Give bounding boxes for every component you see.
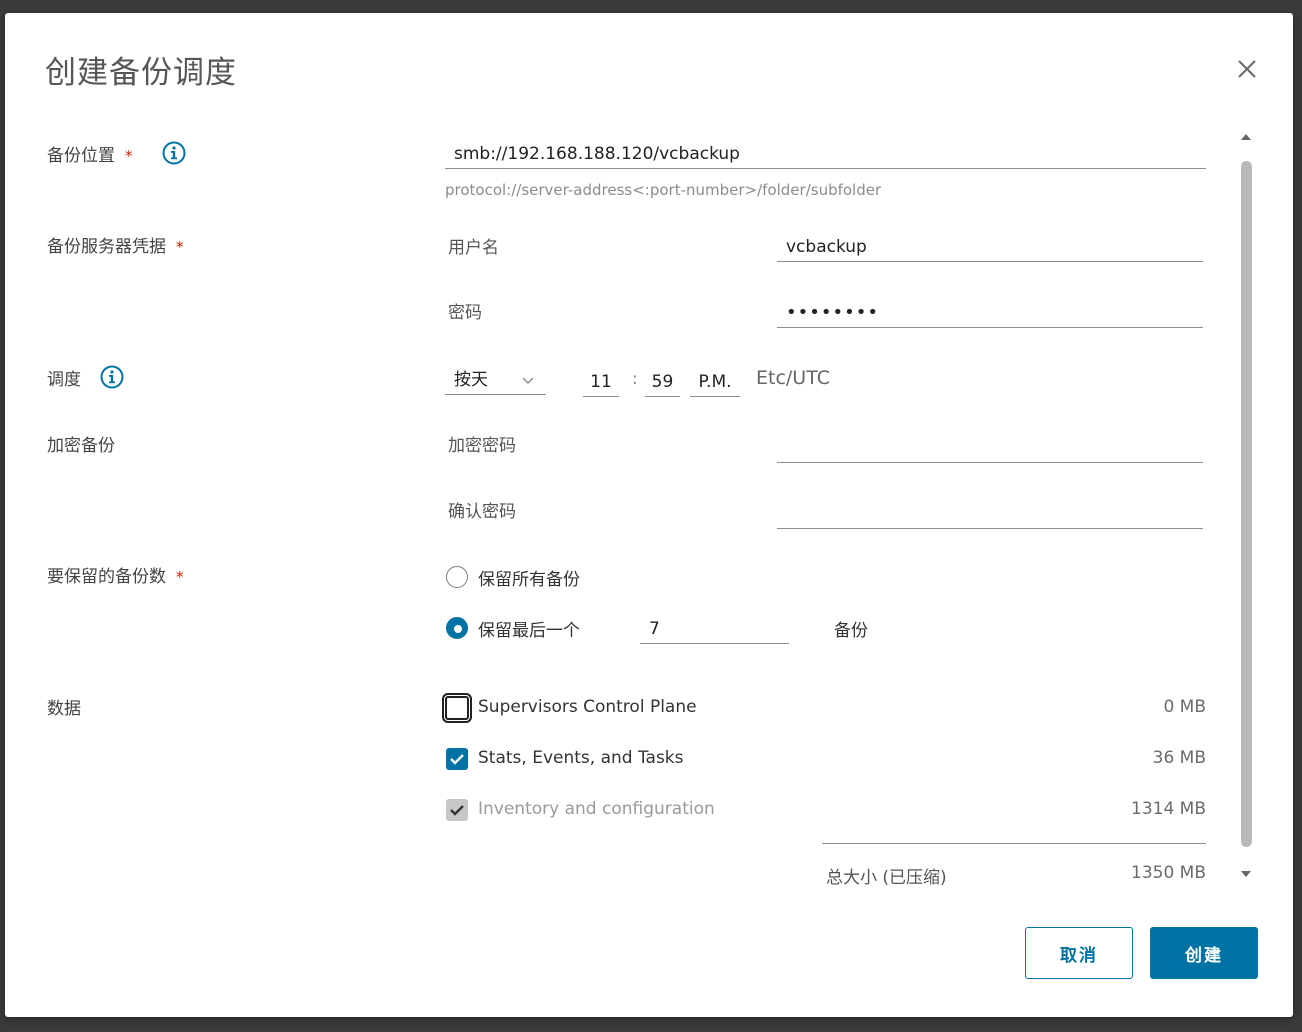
chevron-down-icon [521, 367, 535, 397]
backups-unit-label: 备份 [834, 621, 868, 641]
encryption-password-label: 加密密码 [448, 436, 516, 456]
data-item-size: 36 MB [1152, 748, 1206, 768]
total-size-value: 1350 MB [1131, 863, 1206, 883]
encrypt-backup-label: 加密备份 [47, 436, 115, 456]
checkmark-icon [450, 754, 464, 765]
retention-label: 要保留的备份数 * [47, 562, 184, 587]
scroll-down-arrow-icon[interactable] [1239, 868, 1253, 880]
stats-events-tasks-checkbox[interactable] [446, 748, 468, 770]
keep-last-radio[interactable] [446, 617, 468, 639]
keep-last-label: 保留最后一个 [478, 621, 580, 641]
scrollbar-thumb[interactable] [1241, 161, 1252, 847]
dialog-title: 创建备份调度 [45, 55, 237, 91]
keep-all-radio[interactable] [446, 566, 468, 588]
required-marker: * [125, 147, 133, 165]
ampm-select[interactable]: P.M. [690, 367, 740, 397]
backup-location-label: 备份位置 * [47, 141, 133, 166]
backup-location-hint: protocol://server-address<:port-number>/… [445, 181, 882, 199]
data-item-size: 0 MB [1163, 697, 1206, 717]
total-size-label: 总大小 (已压缩) [826, 868, 947, 888]
create-backup-schedule-dialog: 创建备份调度 备份位置* protocol://server-address<:… [5, 13, 1293, 1017]
confirm-password-input[interactable] [777, 499, 1203, 529]
username-input[interactable] [777, 232, 1203, 262]
data-item-size: 1314 MB [1131, 799, 1206, 819]
create-button[interactable]: 创建 [1150, 927, 1258, 979]
username-label: 用户名 [448, 238, 499, 258]
timezone-text: Etc/UTC [756, 367, 830, 389]
confirm-password-label: 确认密码 [448, 502, 516, 522]
retention-label-text: 要保留的备份数 [47, 567, 166, 587]
backup-location-label-text: 备份位置 [47, 146, 115, 166]
encryption-password-input[interactable] [777, 433, 1203, 463]
frequency-value: 按天 [454, 370, 488, 390]
data-item-label: Stats, Events, and Tasks [478, 748, 684, 768]
data-item-label: Supervisors Control Plane [478, 697, 697, 717]
close-icon[interactable] [1233, 55, 1261, 83]
backup-credentials-label-text: 备份服务器凭据 [47, 237, 166, 257]
info-icon[interactable] [100, 365, 124, 389]
inventory-configuration-checkbox [446, 799, 468, 821]
schedule-label: 调度 [47, 370, 81, 390]
required-marker: * [176, 238, 184, 256]
supervisors-control-plane-checkbox[interactable] [442, 693, 472, 723]
hour-input[interactable]: 11 [583, 367, 619, 397]
backup-credentials-label: 备份服务器凭据 * [47, 232, 184, 257]
password-label: 密码 [448, 303, 482, 323]
time-separator: : [632, 369, 638, 389]
total-divider [822, 843, 1206, 844]
info-icon[interactable] [162, 141, 186, 165]
checkmark-icon [450, 805, 464, 816]
keep-last-count-input[interactable] [640, 614, 789, 644]
password-input[interactable]: •••••••• [777, 298, 1203, 328]
minute-input[interactable]: 59 [645, 367, 680, 397]
keep-all-label: 保留所有备份 [478, 570, 580, 590]
scroll-up-arrow-icon[interactable] [1239, 131, 1253, 143]
data-item-label: Inventory and configuration [478, 799, 715, 819]
frequency-select[interactable]: 按天 [445, 365, 546, 395]
cancel-button[interactable]: 取消 [1025, 927, 1133, 979]
backup-location-input[interactable] [445, 139, 1206, 169]
required-marker: * [176, 568, 184, 586]
data-label: 数据 [47, 699, 81, 719]
